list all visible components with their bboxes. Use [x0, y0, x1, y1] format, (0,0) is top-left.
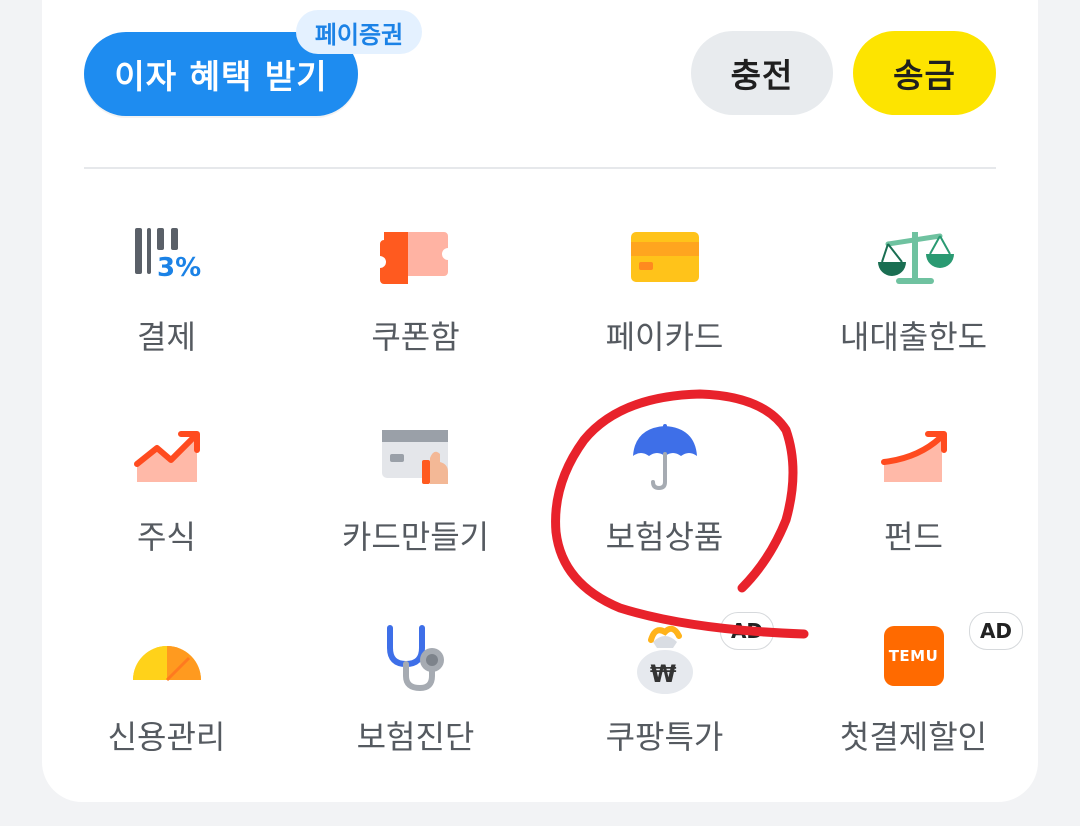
charge-button[interactable]: 충전: [691, 31, 833, 115]
pay-securities-badge: 페이증권: [296, 10, 422, 54]
menu-item-loan-limit[interactable]: 내대출한도: [789, 200, 1038, 400]
menu-label: 보험상품: [605, 518, 724, 556]
menu-label: 결제: [137, 318, 196, 356]
menu-item-make-card[interactable]: 카드만들기: [291, 400, 540, 600]
menu-item-insurance-products[interactable]: 보험상품: [540, 400, 789, 600]
menu-item-stocks[interactable]: 주식: [42, 400, 291, 600]
menu-item-coupang-deal[interactable]: ₩ AD 쿠팡특가: [540, 600, 789, 800]
scale-icon: [877, 232, 954, 284]
menu-grid: 3% 결제 쿠폰함 페이카드 내대출한도 주식 카드만들기 보험상품 펀드 신용…: [42, 200, 1038, 800]
coupon-ticket-icon: [379, 232, 448, 284]
temu-logo-text: TEMU: [888, 647, 939, 665]
menu-label: 쿠팡특가: [605, 718, 724, 756]
menu-label: 카드만들기: [341, 518, 490, 556]
menu-label: 펀드: [884, 518, 943, 556]
fund-chart-icon: [880, 431, 947, 482]
menu-item-pay-card[interactable]: 페이카드: [540, 200, 789, 400]
menu-item-coupon-box[interactable]: 쿠폰함: [291, 200, 540, 400]
menu-label: 페이카드: [605, 318, 724, 356]
ad-badge: AD: [969, 612, 1023, 650]
menu-item-first-payment-discount[interactable]: TEMU AD 첫결제할인: [789, 600, 1038, 800]
ad-badge: AD: [720, 612, 774, 650]
menu-item-credit-management[interactable]: 신용관리: [42, 600, 291, 800]
menu-item-insurance-diagnosis[interactable]: 보험진단: [291, 600, 540, 800]
svg-text:3%: 3%: [157, 253, 201, 283]
stethoscope-icon: [386, 625, 444, 692]
money-bag-icon: ₩: [636, 625, 693, 694]
menu-label: 신용관리: [107, 718, 226, 756]
yellow-card-icon: [630, 232, 699, 282]
menu-label: 주식: [137, 518, 196, 556]
send-money-button[interactable]: 송금: [853, 31, 996, 115]
umbrella-icon: [632, 424, 697, 491]
card-hand-icon: [381, 430, 448, 484]
menu-label: 첫결제할인: [839, 718, 988, 756]
barcode-3percent-icon: 3%: [134, 228, 201, 283]
menu-item-fund[interactable]: 펀드: [789, 400, 1038, 600]
stock-chart-icon: [133, 431, 200, 482]
temu-logo-icon: TEMU: [883, 626, 944, 686]
menu-label: 쿠폰함: [371, 318, 460, 356]
menu-label: 보험진단: [356, 718, 475, 756]
credit-gauge-icon: [132, 646, 201, 682]
divider: [84, 167, 996, 169]
svg-text:₩: ₩: [650, 660, 677, 688]
menu-label: 내대출한도: [839, 318, 988, 356]
menu-item-payment[interactable]: 3% 결제: [42, 200, 291, 400]
